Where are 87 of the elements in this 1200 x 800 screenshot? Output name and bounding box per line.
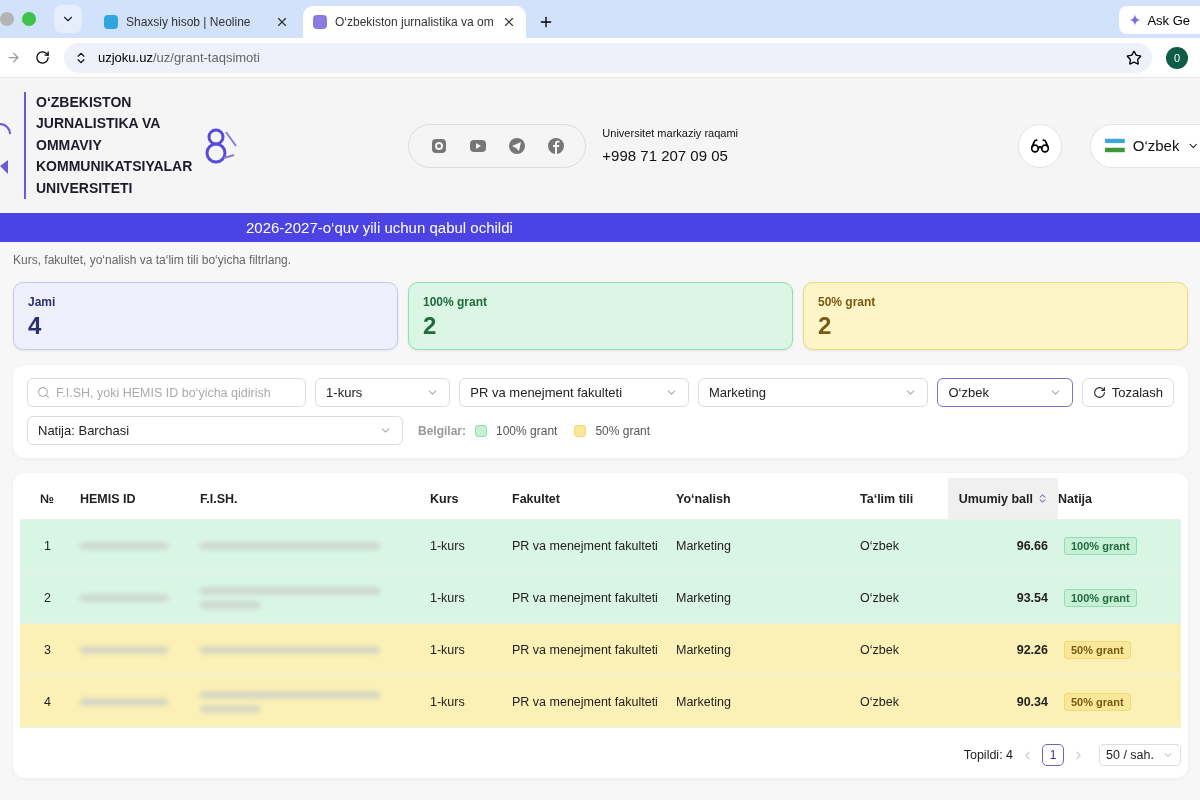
table-cell-text: Marketing [676, 642, 732, 657]
instagram-icon[interactable] [429, 136, 448, 155]
window-control-dot[interactable] [22, 12, 36, 26]
result-tag: 100% grant [1064, 536, 1137, 555]
filter-select[interactable]: PR va menejment fakulteti [459, 378, 689, 407]
table-cell-text: 1-kurs [430, 694, 466, 709]
table-cell-text: PR va menejment fakulteti [512, 538, 659, 553]
phone-label: Universitet markaziy raqami [602, 127, 739, 139]
stat-value: 4 [28, 312, 43, 340]
table-cell-text: 4 [43, 694, 52, 709]
column-header: Fakultet [512, 490, 561, 508]
university-name: O‘ZBEKISTON JURNALISTIKA VA OMMAVIY KOMMUNIKATSIYALAR UNIVERSITETI [24, 91, 193, 200]
accessibility-button[interactable] [1018, 123, 1062, 168]
reset-button[interactable]: Tozalash [1081, 378, 1174, 407]
table-cell-text: PR va menejment fakulteti [512, 694, 659, 709]
stat-label: Jami [28, 295, 57, 309]
sparkle-icon [1129, 14, 1142, 26]
favicon-icon [104, 15, 118, 29]
column-header: HEMIS ID [80, 490, 137, 508]
blurred-name [200, 600, 260, 609]
result-tag: 50% grant [1064, 692, 1131, 711]
column-header: F.I.SH. [200, 490, 239, 508]
column-header: Yo‘nalish [676, 490, 732, 508]
facebook-icon[interactable] [546, 136, 565, 155]
table-cell-text: O‘zbek [860, 538, 900, 553]
legend-text: 100% grant [496, 423, 558, 438]
page-size-select[interactable]: 50 / sah. [1099, 744, 1181, 766]
found-count: Topildi: 4 [963, 748, 1014, 762]
table-cell-text: O‘zbek [860, 642, 900, 657]
result-tag: 100% grant [1064, 588, 1137, 607]
table-cell-text: 1 [43, 538, 52, 553]
browser-tab[interactable]: Shaxsiy hisob | Neoline [94, 6, 299, 38]
filter-select[interactable]: Marketing [697, 378, 929, 407]
table-cell-text: 1-kurs [430, 642, 466, 657]
profile-avatar[interactable]: 0 [1166, 46, 1188, 69]
result-tag: 50% grant [1064, 640, 1131, 659]
stat-label: 50% grant [818, 295, 877, 309]
table-cell-text: 93.54 [1015, 590, 1049, 605]
filter-select[interactable]: O‘zbek [937, 378, 1073, 407]
address-bar[interactable]: uzjoku.uz/uz/grant-taqsimoti [64, 42, 1152, 73]
bookmark-star-icon[interactable] [1126, 49, 1142, 66]
stat-label: 100% grant [423, 295, 489, 309]
browser-tab[interactable]: O‘zbekiston jurnalistika va om [303, 6, 526, 38]
window-control-dot[interactable] [0, 12, 14, 26]
table-cell-text: 1-kurs [430, 538, 466, 553]
table-cell-text: 90.34 [1015, 694, 1049, 709]
forward-icon[interactable] [6, 50, 21, 65]
reload-icon[interactable] [35, 50, 50, 65]
search-icon [37, 386, 50, 399]
flag-icon [1105, 138, 1125, 153]
table-cell-text: 1-kurs [430, 590, 466, 605]
legend-text: 50% grant [595, 423, 651, 438]
phone-number: +998 71 207 09 05 [602, 147, 729, 164]
column-header[interactable]: Umumiy ball [948, 478, 1058, 519]
ask-button[interactable]: Ask Ge [1119, 6, 1200, 34]
sort-icon [1037, 493, 1048, 504]
blurred-name [200, 704, 260, 713]
column-header: Kurs [430, 490, 460, 508]
url-text: uzjoku.uz/uz/grant-taqsimoti [98, 50, 260, 65]
table-cell-text: 3 [43, 642, 52, 657]
column-header: Ta‘lim tili [860, 490, 915, 508]
legend-label: Belgilar: [418, 423, 466, 438]
table-cell-text: Marketing [676, 590, 732, 605]
table-cell-text: Marketing [676, 538, 732, 553]
table-cell-text: PR va menejment fakulteti [512, 590, 659, 605]
announcement-banner: 2026-2027-o‘quv yili uchun qabul ochildi [0, 213, 1200, 242]
table-cell-text: 92.26 [1015, 642, 1049, 657]
close-icon[interactable] [275, 15, 289, 29]
column-header: Natija [1058, 490, 1094, 508]
filter-select[interactable]: 1-kurs [315, 378, 451, 407]
table-cell-text: O‘zbek [860, 590, 900, 605]
reset-icon [1092, 386, 1106, 399]
table-cell-text: 2 [43, 590, 52, 605]
table-cell-text: 96.66 [1015, 538, 1049, 553]
favicon-icon [313, 15, 327, 29]
language-select[interactable]: O‘zbek [1090, 123, 1200, 168]
stat-value: 2 [818, 312, 833, 340]
stat-value: 2 [423, 312, 438, 340]
result-select[interactable]: Natija: Barchasi [27, 416, 403, 445]
table-cell-text: Marketing [676, 694, 732, 709]
page-button[interactable]: 1 [1042, 744, 1065, 766]
page-subtitle: Kurs, fakultet, yo‘nalish va ta‘lim tili bo‘yicha filtrlang. [13, 253, 293, 267]
search-field[interactable]: F.I.SH, yoki HEMIS ID bo‘yicha qidirish [27, 378, 307, 407]
send-icon[interactable] [507, 136, 526, 155]
table-cell-text: PR va menejment fakulteti [512, 642, 659, 657]
column-header: № [39, 490, 55, 508]
table-cell-text: O‘zbek [860, 694, 900, 709]
